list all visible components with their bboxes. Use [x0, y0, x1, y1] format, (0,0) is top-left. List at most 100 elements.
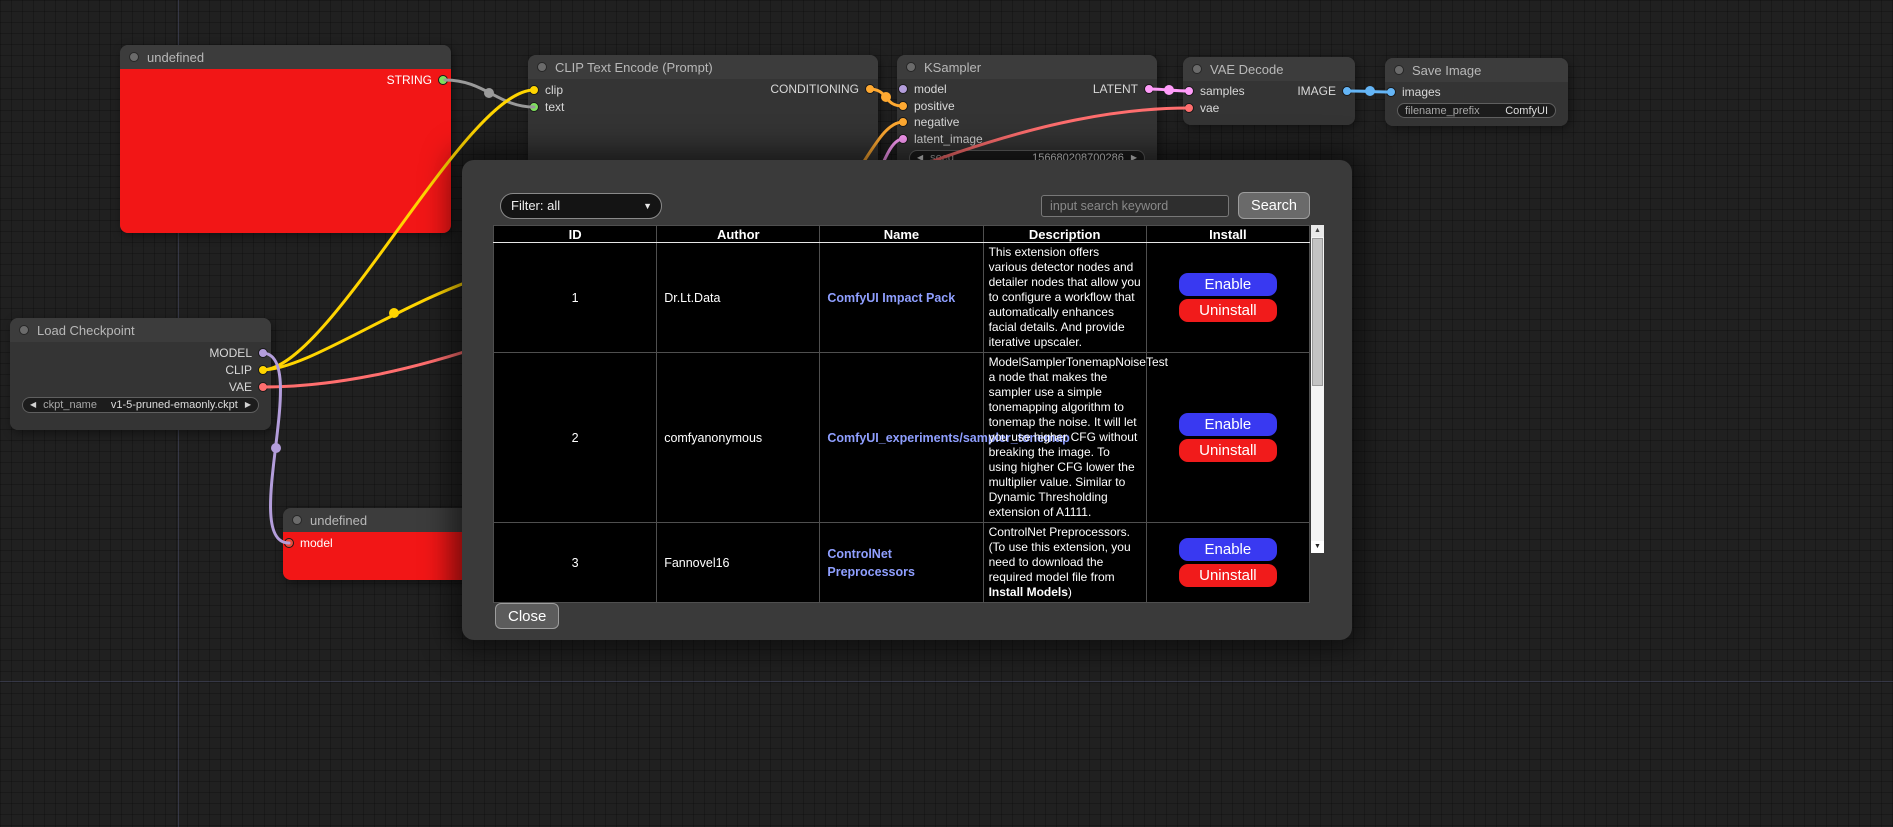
- stepper-left-icon[interactable]: ◀: [30, 401, 36, 409]
- node-title-bar[interactable]: VAE Decode: [1183, 57, 1355, 81]
- table-scrollbar[interactable]: ▲ ▼: [1311, 225, 1324, 553]
- extension-link[interactable]: ComfyUI Impact Pack: [827, 291, 955, 305]
- node-title: KSampler: [924, 60, 981, 75]
- node-body: MODEL CLIP VAE ◀ ckpt_name v1-5-pruned-e…: [10, 342, 271, 430]
- table-row: 2 comfyanonymous ComfyUI_experiments/sam…: [494, 353, 1310, 523]
- clip-output-port[interactable]: [258, 365, 268, 375]
- wire-dot-latent: [1164, 85, 1174, 95]
- output-slot-latent: LATENT: [1093, 82, 1154, 96]
- string-output-port[interactable]: [438, 75, 448, 85]
- output-slot-conditioning: CONDITIONING: [770, 82, 875, 96]
- search-button[interactable]: Search: [1238, 192, 1310, 219]
- node-graph-canvas[interactable]: undefined STRING CLIP Text Encode (Promp…: [0, 0, 1893, 827]
- conditioning-output-port[interactable]: [865, 84, 875, 94]
- description-text: This extension offers various detector n…: [989, 245, 1141, 349]
- input-slot-model: model: [898, 82, 947, 96]
- node-load-checkpoint[interactable]: Load Checkpoint MODEL CLIP VAE ◀ ckpt_na…: [10, 318, 271, 430]
- input-label: model: [300, 536, 333, 550]
- filter-select[interactable]: Filter: all: [500, 193, 662, 219]
- scroll-up-icon[interactable]: ▲: [1311, 225, 1324, 237]
- input-label: text: [545, 100, 564, 114]
- samples-input-port[interactable]: [1184, 86, 1194, 96]
- node-title-bar[interactable]: undefined: [120, 45, 451, 69]
- latent-image-input-port[interactable]: [898, 134, 908, 144]
- wire-dot-string: [484, 88, 494, 98]
- ckpt-name-widget[interactable]: ◀ ckpt_name v1-5-pruned-emaonly.ckpt ▶: [22, 397, 259, 413]
- latent-output-port[interactable]: [1144, 84, 1154, 94]
- collapse-dot-icon[interactable]: [19, 325, 29, 335]
- filename-prefix-label: filename_prefix: [1405, 105, 1480, 117]
- table-row: 3 Fannovel16 ControlNet Preprocessors Co…: [494, 523, 1310, 603]
- enable-button[interactable]: Enable: [1179, 538, 1277, 561]
- description-text: ControlNet Preprocessors. (To use this e…: [989, 525, 1131, 584]
- enable-button[interactable]: Enable: [1179, 273, 1277, 296]
- output-label: LATENT: [1093, 82, 1138, 96]
- node-save-image[interactable]: Save Image images filename_prefix ComfyU…: [1385, 58, 1568, 126]
- input-label: model: [914, 82, 947, 96]
- scrollbar-thumb[interactable]: [1312, 238, 1323, 386]
- vae-input-port[interactable]: [1184, 103, 1194, 113]
- output-label: MODEL: [209, 346, 252, 360]
- uninstall-button[interactable]: Uninstall: [1179, 564, 1277, 587]
- model-input-port[interactable]: [898, 84, 908, 94]
- extension-link[interactable]: ControlNet Preprocessors: [827, 547, 915, 579]
- filename-prefix-widget[interactable]: filename_prefix ComfyUI: [1397, 103, 1556, 118]
- text-input-port[interactable]: [529, 102, 539, 112]
- enable-button[interactable]: Enable: [1179, 413, 1277, 436]
- filename-prefix-value: ComfyUI: [1505, 105, 1548, 117]
- collapse-dot-icon[interactable]: [1192, 64, 1202, 74]
- search-group: Search: [1041, 192, 1310, 219]
- collapse-dot-icon[interactable]: [906, 62, 916, 72]
- clip-input-port[interactable]: [529, 85, 539, 95]
- node-body-error: STRING: [120, 69, 451, 233]
- node-title: Load Checkpoint: [37, 323, 135, 338]
- dialog-toolbar: Filter: all ▼ Search: [500, 192, 1310, 219]
- output-label: CONDITIONING: [770, 82, 859, 96]
- ckpt-name-label: ckpt_name: [43, 399, 97, 411]
- node-title: undefined: [310, 513, 367, 528]
- search-input[interactable]: [1041, 195, 1229, 217]
- cell-author: comfyanonymous: [657, 353, 820, 523]
- node-body: samples vae IMAGE: [1183, 81, 1355, 125]
- vae-output-port[interactable]: [258, 382, 268, 392]
- filter-select-wrap: Filter: all ▼: [500, 193, 662, 219]
- input-slot-model: model: [284, 536, 333, 550]
- cell-install: Enable Uninstall: [1146, 353, 1309, 523]
- close-button[interactable]: Close: [495, 603, 559, 629]
- custom-nodes-manager-dialog: Filter: all ▼ Search ID Author Name Desc…: [462, 160, 1352, 640]
- uninstall-button[interactable]: Uninstall: [1179, 299, 1277, 322]
- collapse-dot-icon[interactable]: [537, 62, 547, 72]
- cell-id: 1: [494, 243, 657, 353]
- collapse-dot-icon[interactable]: [129, 52, 139, 62]
- node-title-bar[interactable]: Save Image: [1385, 58, 1568, 82]
- cell-description: This extension offers various detector n…: [983, 243, 1146, 353]
- node-undefined-top[interactable]: undefined STRING: [120, 45, 451, 233]
- extension-table: ID Author Name Description Install 1 Dr.…: [493, 225, 1310, 603]
- node-vae-decode[interactable]: VAE Decode samples vae IMAGE: [1183, 57, 1355, 125]
- positive-input-port[interactable]: [898, 101, 908, 111]
- image-output-port[interactable]: [1342, 86, 1352, 96]
- collapse-dot-icon[interactable]: [292, 515, 302, 525]
- stepper-right-icon[interactable]: ▶: [245, 401, 251, 409]
- scroll-down-icon[interactable]: ▼: [1311, 541, 1324, 553]
- input-label: clip: [545, 83, 563, 97]
- negative-input-port[interactable]: [898, 117, 908, 127]
- cell-description: ModelSamplerTonemapNoiseTest a node that…: [983, 353, 1146, 523]
- node-title-bar[interactable]: CLIP Text Encode (Prompt): [528, 55, 878, 79]
- node-title: CLIP Text Encode (Prompt): [555, 60, 713, 75]
- cell-author: Dr.Lt.Data: [657, 243, 820, 353]
- output-label: VAE: [229, 380, 252, 394]
- description-text: ModelSamplerTonemapNoiseTest a node that…: [989, 355, 1168, 519]
- collapse-dot-icon[interactable]: [1394, 65, 1404, 75]
- uninstall-button[interactable]: Uninstall: [1179, 439, 1277, 462]
- images-input-port[interactable]: [1386, 87, 1396, 97]
- wire-dot-conditioning: [881, 92, 891, 102]
- cell-install: Enable Uninstall: [1146, 523, 1309, 603]
- cell-id: 3: [494, 523, 657, 603]
- input-slot-positive: positive: [898, 99, 955, 113]
- model-input-port[interactable]: [284, 538, 294, 548]
- model-output-port[interactable]: [258, 348, 268, 358]
- node-title-bar[interactable]: KSampler: [897, 55, 1157, 79]
- output-slot-vae: VAE: [229, 380, 268, 394]
- node-title-bar[interactable]: Load Checkpoint: [10, 318, 271, 342]
